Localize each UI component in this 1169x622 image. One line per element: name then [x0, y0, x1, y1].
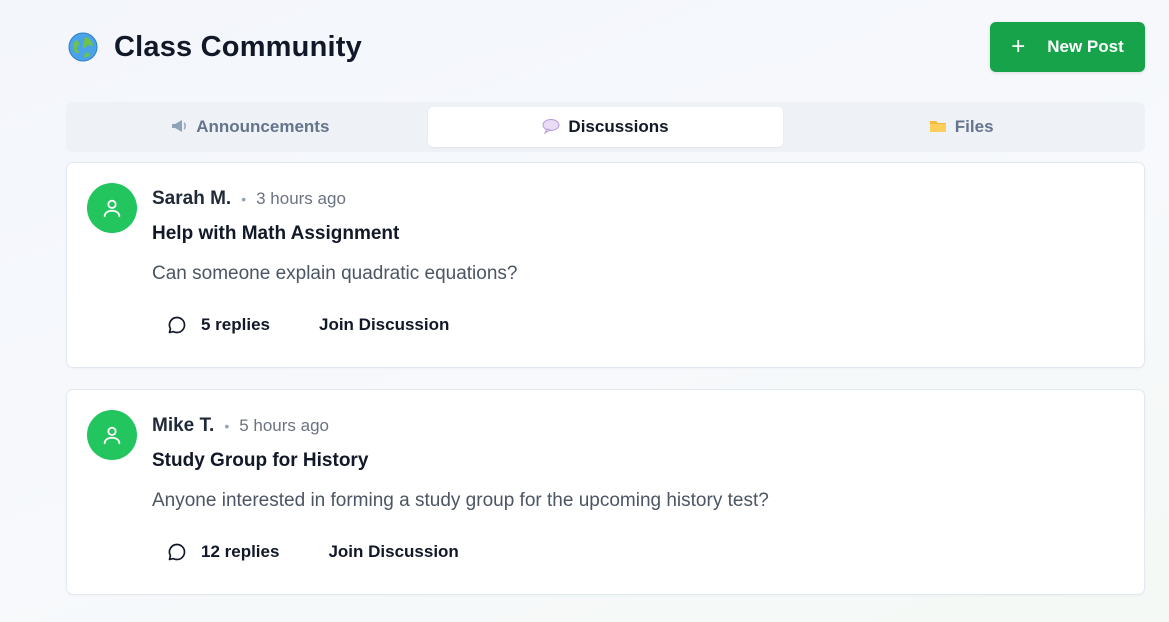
- post-author: Sarah M.: [152, 188, 232, 209]
- post-title: Help with Math Assignment: [152, 223, 400, 244]
- post-meta: Sarah M. • 3 hours ago: [152, 188, 346, 210]
- user-icon: [103, 199, 121, 218]
- tab-label: Announcements: [196, 117, 330, 136]
- tab-label: Discussions: [568, 117, 669, 136]
- separator-dot: •: [224, 418, 230, 434]
- post-author: Mike T.: [152, 415, 215, 436]
- tab-announcements[interactable]: Announcements: [72, 107, 428, 147]
- page-title: Class Community: [114, 30, 362, 63]
- join-discussion-button[interactable]: Join Discussion: [319, 315, 449, 335]
- join-discussion-button[interactable]: Join Discussion: [328, 542, 458, 562]
- megaphone-icon: [170, 118, 188, 137]
- post-actions: 5 replies Join Discussion: [167, 315, 449, 335]
- post-actions: 12 replies Join Discussion: [167, 542, 459, 562]
- post-time: 3 hours ago: [256, 189, 346, 208]
- tab-bar: Announcements Discussions Files: [66, 102, 1145, 152]
- post-title: Study Group for History: [152, 450, 369, 471]
- separator-dot: •: [241, 191, 247, 207]
- globe-icon: [66, 30, 100, 64]
- post-time: 5 hours ago: [239, 416, 330, 435]
- post-body: Can someone explain quadratic equations?: [152, 263, 518, 284]
- plus-icon: +: [1011, 33, 1026, 60]
- avatar: [87, 183, 137, 233]
- replies-count: 5 replies: [201, 315, 270, 334]
- tab-files[interactable]: Files: [783, 107, 1139, 147]
- comment-icon: [168, 316, 186, 334]
- post-meta: Mike T. • 5 hours ago: [152, 415, 329, 437]
- post-body: Anyone interested in forming a study gro…: [152, 490, 769, 511]
- post-card: Sarah M. • 3 hours ago Help with Math As…: [66, 162, 1145, 368]
- replies-button[interactable]: 12 replies: [167, 542, 279, 562]
- folder-icon: [929, 118, 947, 137]
- user-icon: [103, 426, 121, 445]
- avatar: [87, 410, 137, 460]
- title-group: Class Community: [66, 30, 362, 64]
- speech-bubble-icon: [542, 118, 560, 137]
- tab-discussions[interactable]: Discussions: [427, 107, 784, 147]
- new-post-label: New Post: [1047, 37, 1124, 56]
- replies-count: 12 replies: [201, 542, 280, 561]
- tab-label: Files: [954, 117, 994, 136]
- page-header: Class Community + New Post: [66, 22, 1145, 72]
- new-post-button[interactable]: + New Post: [990, 22, 1145, 72]
- comment-icon: [168, 543, 186, 561]
- post-card: Mike T. • 5 hours ago Study Group for Hi…: [66, 389, 1145, 595]
- replies-button[interactable]: 5 replies: [167, 315, 270, 335]
